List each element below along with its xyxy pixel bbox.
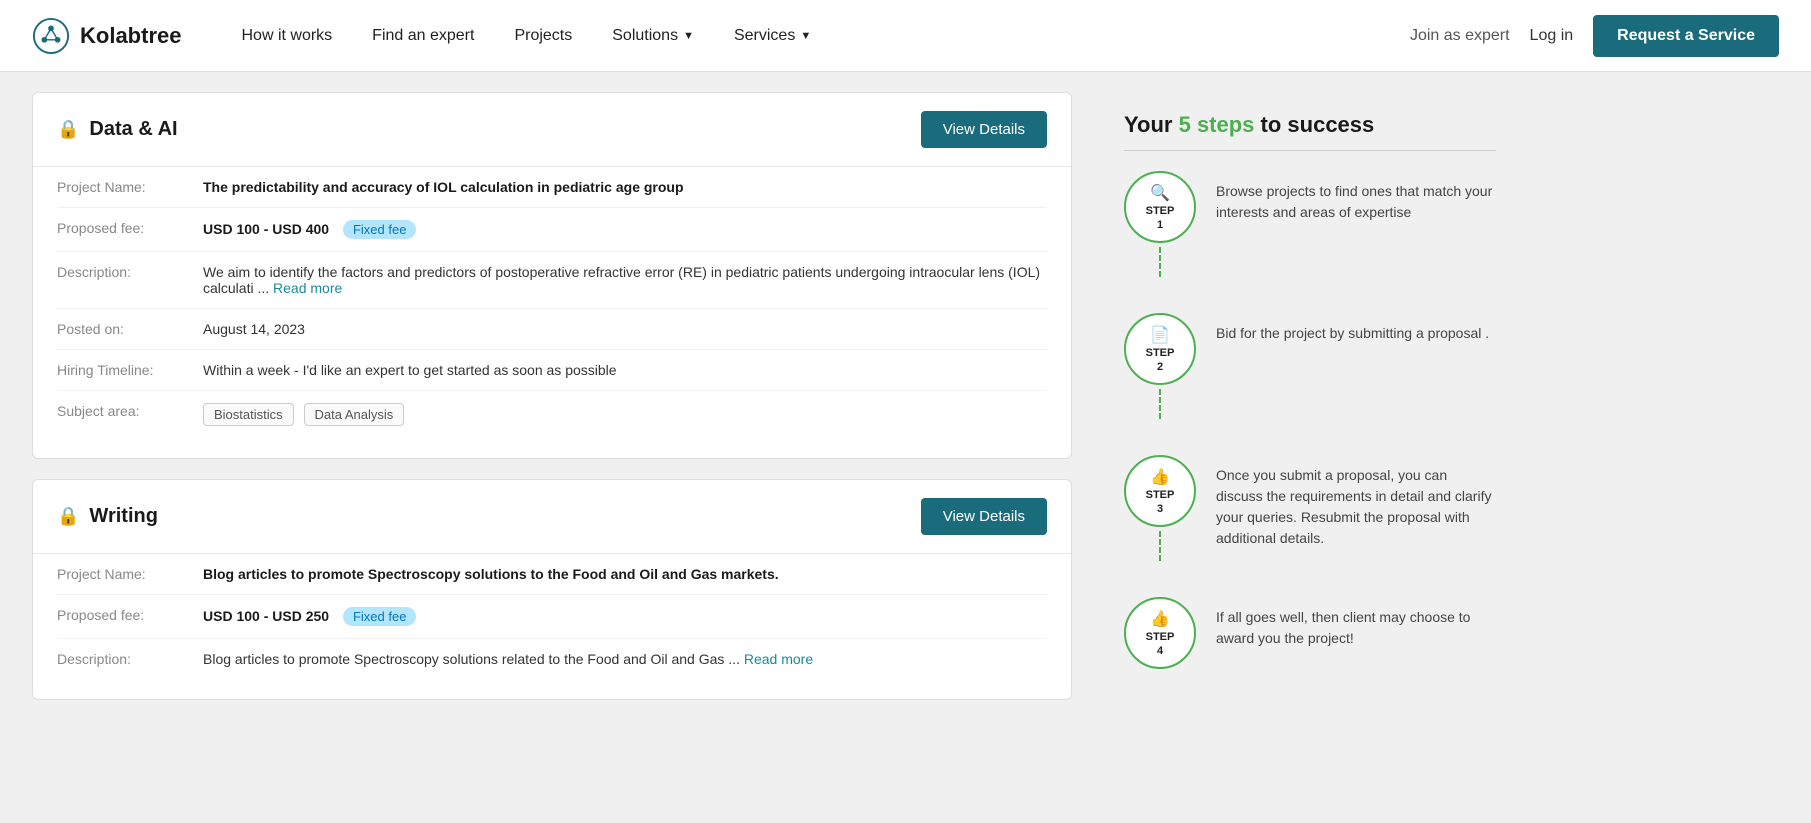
main-container: 🔒 Data & AI View Details Project Name: T… bbox=[0, 72, 1811, 741]
read-more-link-2[interactable]: Read more bbox=[744, 651, 813, 667]
nav-services[interactable]: Services ▼ bbox=[714, 0, 831, 72]
step-circle-1: 🔍 STEP 1 bbox=[1124, 171, 1196, 243]
join-expert-link[interactable]: Join as expert bbox=[1410, 27, 1510, 45]
nav-how-it-works[interactable]: How it works bbox=[221, 0, 352, 72]
proposed-fee-label-2: Proposed fee: bbox=[57, 607, 187, 623]
proposed-fee-value-1: USD 100 - USD 400 Fixed fee bbox=[203, 220, 1047, 239]
steps-panel: Your 5 steps to success 🔍 STEP 1 Browse … bbox=[1100, 92, 1520, 721]
project-card-header-2: 🔒 Writing View Details bbox=[33, 480, 1071, 554]
proposed-fee-field-2: Proposed fee: USD 100 - USD 250 Fixed fe… bbox=[57, 595, 1047, 639]
nav-solutions[interactable]: Solutions ▼ bbox=[592, 0, 714, 72]
posted-on-value-1: August 14, 2023 bbox=[203, 321, 1047, 337]
step-circle-wrapper-4: 👍 STEP 4 bbox=[1124, 597, 1196, 669]
logo-text: Kolabtree bbox=[80, 23, 181, 49]
project-name-label-1: Project Name: bbox=[57, 179, 187, 195]
subject-tag-biostatistics[interactable]: Biostatistics bbox=[203, 403, 294, 426]
step-connector-1 bbox=[1159, 247, 1161, 277]
nav-find-expert[interactable]: Find an expert bbox=[352, 0, 494, 72]
fixed-fee-badge-2: Fixed fee bbox=[343, 607, 416, 626]
project-name-field-2: Project Name: Blog articles to promote S… bbox=[57, 554, 1047, 595]
step-item-2: 📄 STEP 2 Bid for the project by submitti… bbox=[1124, 313, 1496, 423]
request-service-button[interactable]: Request a Service bbox=[1593, 15, 1779, 57]
lock-icon-2: 🔒 bbox=[57, 506, 79, 527]
project-card-body-2: Project Name: Blog articles to promote S… bbox=[33, 554, 1071, 699]
project-name-value-2: Blog articles to promote Spectroscopy so… bbox=[203, 566, 1047, 582]
project-category-2: 🔒 Writing bbox=[57, 505, 158, 528]
proposed-fee-field-1: Proposed fee: USD 100 - USD 400 Fixed fe… bbox=[57, 208, 1047, 252]
steps-divider bbox=[1124, 150, 1496, 151]
step-text-1: Browse projects to find ones that match … bbox=[1216, 171, 1496, 223]
navbar-actions: Join as expert Log in Request a Service bbox=[1410, 15, 1779, 57]
view-details-button-2[interactable]: View Details bbox=[921, 498, 1047, 535]
step-item-4: 👍 STEP 4 If all goes well, then client m… bbox=[1124, 597, 1496, 669]
step-circle-wrapper-1: 🔍 STEP 1 bbox=[1124, 171, 1196, 281]
read-more-link-1[interactable]: Read more bbox=[273, 280, 342, 296]
step-text-3: Once you submit a proposal, you can disc… bbox=[1216, 455, 1496, 549]
services-dropdown-arrow: ▼ bbox=[800, 30, 811, 42]
navbar: Kolabtree How it works Find an expert Pr… bbox=[0, 0, 1811, 72]
step-3-icon: 👍 bbox=[1150, 467, 1170, 487]
hiring-timeline-value-1: Within a week - I'd like an expert to ge… bbox=[203, 362, 1047, 378]
description-value-2: Blog articles to promote Spectroscopy so… bbox=[203, 651, 1047, 667]
step-2-icon: 📄 bbox=[1150, 325, 1170, 345]
subject-tags-1: Biostatistics Data Analysis bbox=[203, 403, 1047, 426]
description-value-1: We aim to identify the factors and predi… bbox=[203, 264, 1047, 296]
description-label-2: Description: bbox=[57, 651, 187, 667]
project-card-data-ai: 🔒 Data & AI View Details Project Name: T… bbox=[32, 92, 1072, 459]
nav-menu: How it works Find an expert Projects Sol… bbox=[221, 0, 1409, 72]
steps-title: Your 5 steps to success bbox=[1124, 112, 1496, 138]
step-text-4: If all goes well, then client may choose… bbox=[1216, 597, 1496, 649]
step-circle-wrapper-2: 📄 STEP 2 bbox=[1124, 313, 1196, 423]
step-connector-3 bbox=[1159, 531, 1161, 561]
hiring-timeline-field-1: Hiring Timeline: Within a week - I'd lik… bbox=[57, 350, 1047, 391]
project-name-value-1: The predictability and accuracy of IOL c… bbox=[203, 179, 1047, 195]
project-category-1: 🔒 Data & AI bbox=[57, 118, 178, 141]
login-button[interactable]: Log in bbox=[1530, 27, 1574, 45]
project-card-header-1: 🔒 Data & AI View Details bbox=[33, 93, 1071, 167]
solutions-dropdown-arrow: ▼ bbox=[683, 30, 694, 42]
lock-icon-1: 🔒 bbox=[57, 119, 79, 140]
step-circle-2: 📄 STEP 2 bbox=[1124, 313, 1196, 385]
project-name-field-1: Project Name: The predictability and acc… bbox=[57, 167, 1047, 208]
step-circle-wrapper-3: 👍 STEP 3 bbox=[1124, 455, 1196, 565]
right-column: Your 5 steps to success 🔍 STEP 1 Browse … bbox=[1100, 92, 1520, 721]
nav-projects[interactable]: Projects bbox=[494, 0, 592, 72]
proposed-fee-label-1: Proposed fee: bbox=[57, 220, 187, 236]
project-card-writing: 🔒 Writing View Details Project Name: Blo… bbox=[32, 479, 1072, 700]
description-field-2: Description: Blog articles to promote Sp… bbox=[57, 639, 1047, 679]
fixed-fee-badge-1: Fixed fee bbox=[343, 220, 416, 239]
left-column: 🔒 Data & AI View Details Project Name: T… bbox=[32, 92, 1072, 721]
posted-on-field-1: Posted on: August 14, 2023 bbox=[57, 309, 1047, 350]
view-details-button-1[interactable]: View Details bbox=[921, 111, 1047, 148]
step-item-1: 🔍 STEP 1 Browse projects to find ones th… bbox=[1124, 171, 1496, 281]
proposed-fee-value-2: USD 100 - USD 250 Fixed fee bbox=[203, 607, 1047, 626]
hiring-timeline-label-1: Hiring Timeline: bbox=[57, 362, 187, 378]
subject-area-label-1: Subject area: bbox=[57, 403, 187, 419]
logo[interactable]: Kolabtree bbox=[32, 17, 181, 55]
step-circle-4: 👍 STEP 4 bbox=[1124, 597, 1196, 669]
description-field-1: Description: We aim to identify the fact… bbox=[57, 252, 1047, 309]
step-item-3: 👍 STEP 3 Once you submit a proposal, you… bbox=[1124, 455, 1496, 565]
step-connector-2 bbox=[1159, 389, 1161, 419]
project-card-body-1: Project Name: The predictability and acc… bbox=[33, 167, 1071, 458]
step-circle-3: 👍 STEP 3 bbox=[1124, 455, 1196, 527]
step-text-2: Bid for the project by submitting a prop… bbox=[1216, 313, 1489, 344]
subject-tag-data-analysis[interactable]: Data Analysis bbox=[304, 403, 405, 426]
project-name-label-2: Project Name: bbox=[57, 566, 187, 582]
subject-area-field-1: Subject area: Biostatistics Data Analysi… bbox=[57, 391, 1047, 438]
step-1-icon: 🔍 bbox=[1150, 183, 1170, 203]
posted-on-label-1: Posted on: bbox=[57, 321, 187, 337]
description-label-1: Description: bbox=[57, 264, 187, 280]
step-4-icon: 👍 bbox=[1150, 609, 1170, 629]
